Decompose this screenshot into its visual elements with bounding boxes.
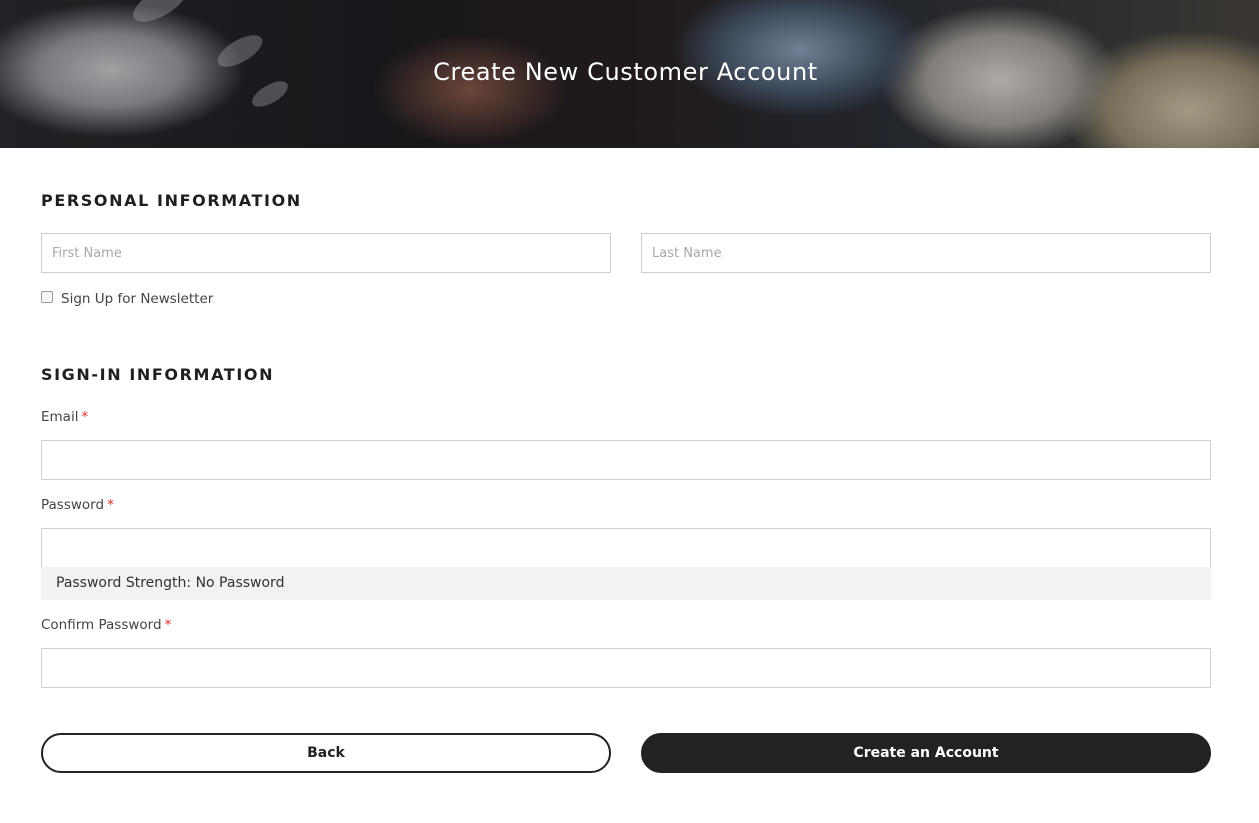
create-account-button[interactable]: Create an Account bbox=[641, 733, 1211, 773]
page-title: Create New Customer Account bbox=[433, 58, 818, 86]
required-marker: * bbox=[107, 497, 114, 513]
first-name-input[interactable] bbox=[41, 233, 611, 273]
password-label-text: Password bbox=[41, 497, 105, 513]
confirm-password-label-text: Confirm Password bbox=[41, 617, 162, 633]
newsletter-option[interactable]: Sign Up for Newsletter bbox=[41, 290, 213, 308]
sign-in-information-heading: SIGN-IN INFORMATION bbox=[41, 365, 275, 384]
confirm-password-label: Confirm Password * bbox=[41, 617, 171, 633]
password-field[interactable] bbox=[41, 528, 1211, 568]
email-label: Email * bbox=[41, 409, 88, 425]
hero-banner: Create New Customer Account bbox=[0, 0, 1259, 148]
newsletter-checkbox[interactable] bbox=[41, 291, 53, 303]
email-label-text: Email bbox=[41, 409, 79, 425]
email-field[interactable] bbox=[41, 440, 1211, 480]
required-marker: * bbox=[164, 617, 172, 633]
newsletter-label: Sign Up for Newsletter bbox=[61, 291, 214, 307]
last-name-input[interactable] bbox=[641, 233, 1211, 273]
password-label: Password * bbox=[41, 497, 114, 513]
personal-information-heading: PERSONAL INFORMATION bbox=[41, 191, 302, 210]
password-strength-meter: Password Strength: No Password bbox=[41, 567, 1211, 600]
confirm-password-field[interactable] bbox=[41, 648, 1211, 688]
back-button[interactable]: Back bbox=[41, 733, 611, 773]
required-marker: * bbox=[81, 409, 89, 425]
